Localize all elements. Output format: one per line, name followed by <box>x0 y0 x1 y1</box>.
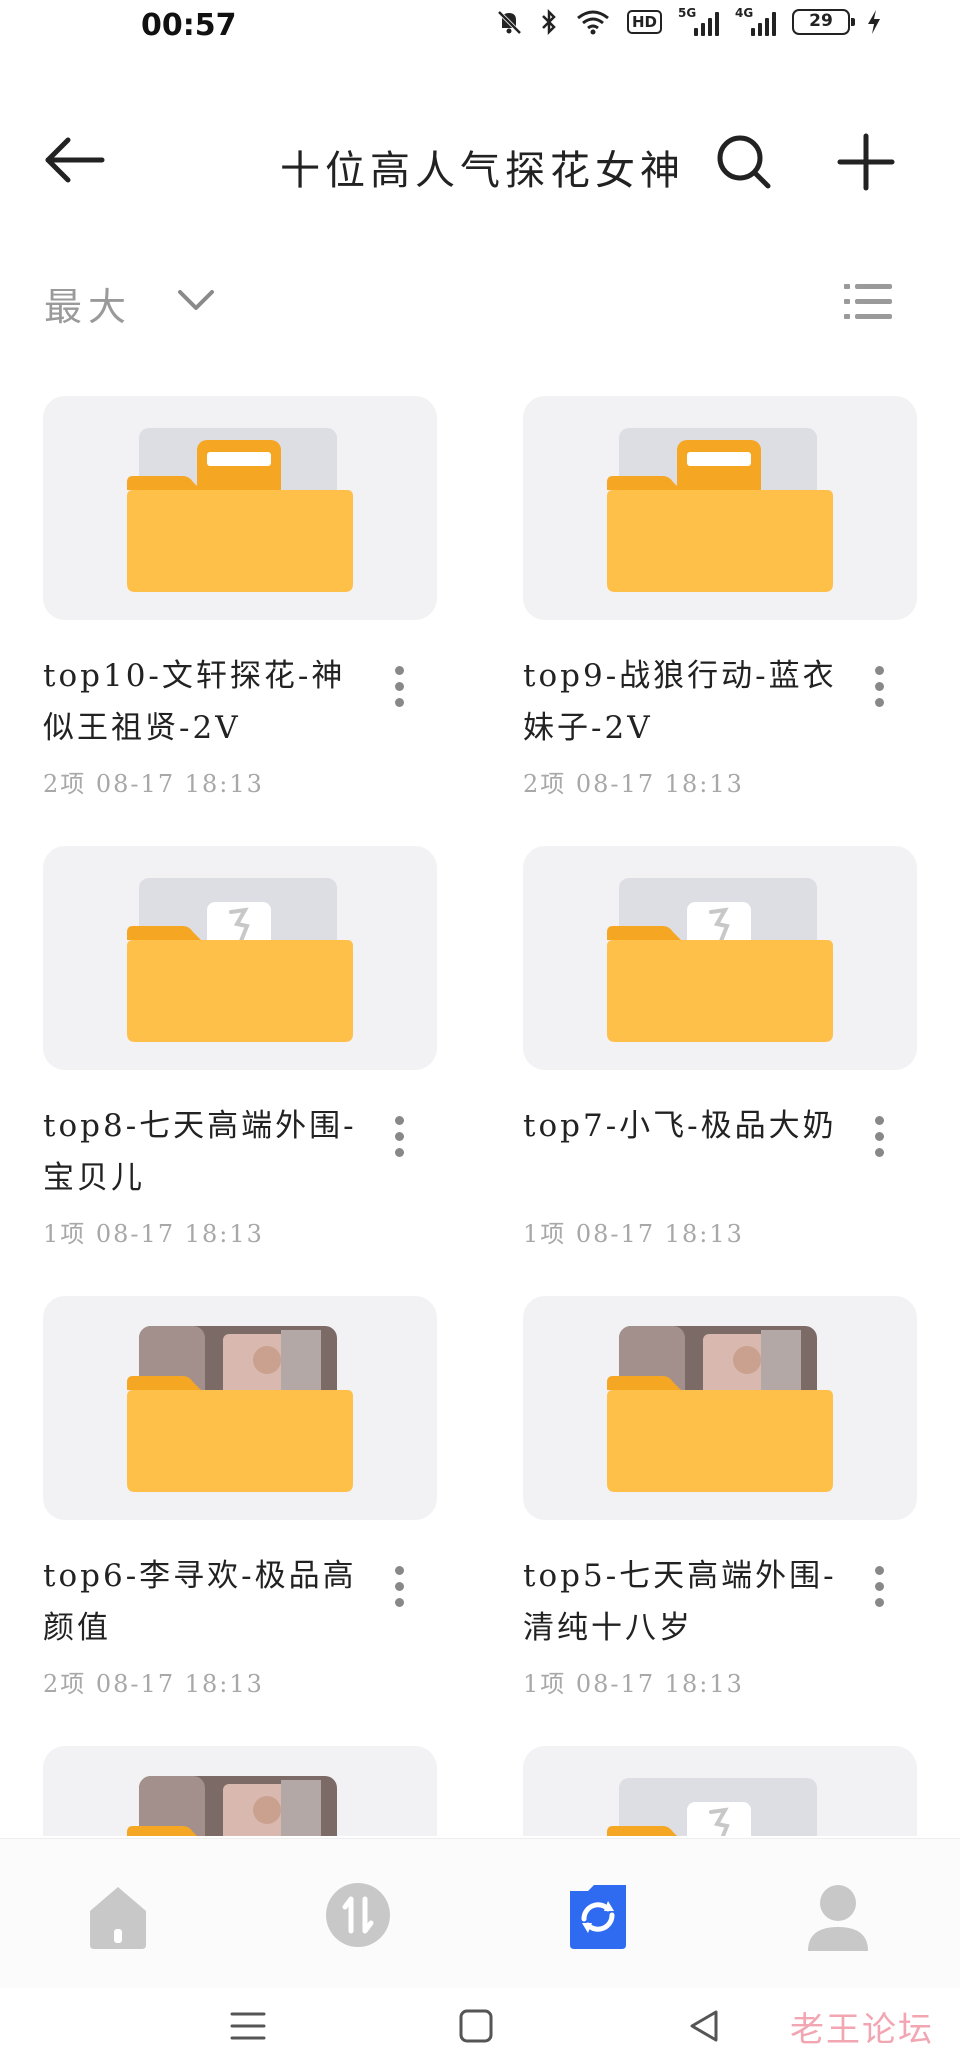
page-title: 十位高人气探花女神 <box>280 148 685 194</box>
signal-5g-icon: 5G <box>678 6 719 36</box>
folder-icon <box>607 1778 817 1836</box>
profile-icon[interactable] <box>798 1875 878 1955</box>
folder-icon <box>607 428 833 592</box>
more-options-icon[interactable] <box>379 1110 419 1162</box>
folder-name: top10-文轩探花-神似王祖贤-2V <box>43 658 346 746</box>
status-time: 00:57 <box>141 8 237 43</box>
plus-icon[interactable] <box>834 130 898 194</box>
transfer-icon[interactable] <box>318 1875 398 1955</box>
folder-thumbnail[interactable] <box>43 396 437 620</box>
back-arrow-icon[interactable] <box>40 130 110 190</box>
more-options-icon[interactable] <box>379 660 419 712</box>
system-nav-bar: 老王论坛 <box>0 1988 960 2064</box>
folder-grid: top10-文轩探花-神似王祖贤-2V 2项 08-17 18:13 top9-战狼… <box>43 396 917 1836</box>
folder-thumbnail[interactable] <box>523 396 917 620</box>
folder-thumbnail[interactable] <box>523 846 917 1070</box>
folder-icon <box>127 1326 353 1492</box>
status-bar: 00:57 HD 5G 4G 29 <box>0 0 960 56</box>
wifi-icon <box>577 10 609 35</box>
folder-thumbnail[interactable] <box>523 1746 917 1836</box>
mute-bell-icon <box>497 10 522 35</box>
folder-meta: 1项 08-17 18:13 <box>43 1220 264 1248</box>
folder-meta: 2项 08-17 18:13 <box>43 770 264 798</box>
more-options-icon[interactable] <box>379 1560 419 1612</box>
folder-thumbnail[interactable] <box>43 1296 437 1520</box>
search-icon[interactable] <box>712 130 776 194</box>
chevron-down-icon[interactable] <box>176 286 216 316</box>
files-icon[interactable] <box>558 1875 638 1955</box>
bluetooth-icon <box>542 8 556 36</box>
list-view-icon[interactable] <box>842 280 894 324</box>
watermark: 老王论坛 <box>790 2010 934 2050</box>
more-options-icon[interactable] <box>859 1110 899 1162</box>
status-icons: HD 5G 4G 29 <box>495 6 882 36</box>
header-bar: 十位高人气探花女神 <box>0 110 960 210</box>
folder-thumbnail[interactable] <box>523 1296 917 1520</box>
bottom-nav <box>0 1838 960 1989</box>
folder-icon <box>127 1776 337 1836</box>
folder-icon <box>127 428 353 592</box>
sort-row: 最大 <box>0 268 960 338</box>
back-button-icon[interactable] <box>682 2004 726 2048</box>
home-icon[interactable] <box>78 1875 158 1955</box>
folder-meta: 1项 08-17 18:13 <box>523 1670 744 1698</box>
folder-name: top8-七天高端外围-宝贝儿 <box>43 1108 357 1196</box>
hd-badge: HD <box>626 10 662 34</box>
signal-4g-icon: 4G <box>735 6 776 36</box>
home-button-icon[interactable] <box>454 2004 498 2048</box>
folder-name: top6-李寻欢-极品高颜值 <box>43 1558 357 1646</box>
sort-dropdown[interactable]: 最大 <box>44 276 132 331</box>
folder-meta: 2项 08-17 18:13 <box>523 770 744 798</box>
folder-name: top5-七天高端外围-清纯十八岁 <box>523 1558 837 1646</box>
battery-icon: 29 <box>792 9 855 35</box>
folder-icon <box>607 1326 833 1492</box>
more-options-icon[interactable] <box>859 1560 899 1612</box>
folder-name: top9-战狼行动-蓝衣妹子-2V <box>523 658 837 746</box>
menu-icon[interactable] <box>226 2004 270 2048</box>
folder-thumbnail[interactable] <box>43 846 437 1070</box>
folder-meta: 1项 08-17 18:13 <box>523 1220 744 1248</box>
folder-meta: 2项 08-17 18:13 <box>43 1670 264 1698</box>
more-options-icon[interactable] <box>859 660 899 712</box>
folder-thumbnail[interactable] <box>43 1746 437 1836</box>
charging-icon <box>868 10 880 34</box>
folder-icon <box>607 878 833 1042</box>
folder-name: top7-小飞-极品大奶 <box>523 1108 837 1144</box>
folder-icon <box>127 878 353 1042</box>
